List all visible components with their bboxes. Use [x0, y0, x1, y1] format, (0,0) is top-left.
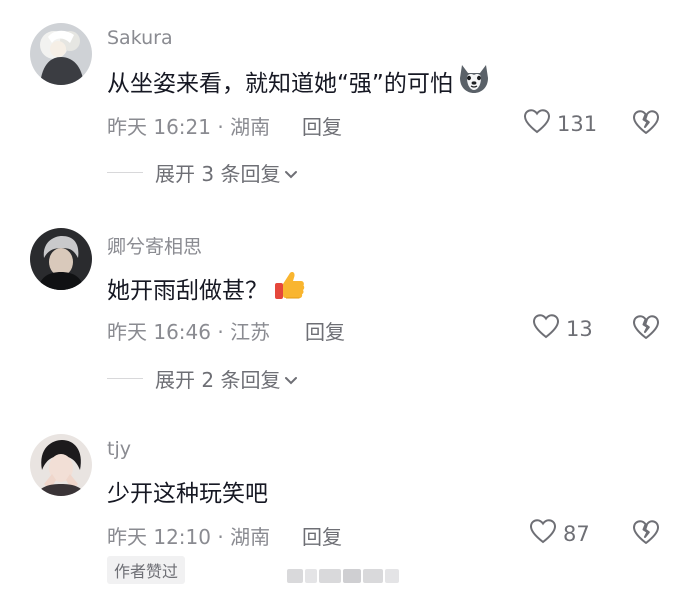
dislike-button[interactable] — [631, 518, 661, 546]
avatar[interactable] — [30, 23, 92, 85]
username[interactable]: 卿兮寄相思 — [107, 232, 202, 259]
comment-text: 从坐姿来看，就知道她“强”的可怕 — [107, 62, 491, 100]
like-button[interactable]: 87 — [529, 518, 590, 549]
avatar[interactable] — [30, 434, 92, 496]
heart-outline-icon — [532, 313, 560, 344]
expand-replies-label: 展开 3 条回复 — [155, 162, 281, 186]
broken-heart-icon — [631, 520, 661, 550]
chevron-down-icon — [284, 367, 298, 391]
divider-line — [107, 172, 143, 173]
comment-meta: 昨天 12:10 · 湖南 — [107, 521, 270, 550]
like-button[interactable]: 13 — [532, 313, 593, 344]
timestamp: 昨天 16:21 — [107, 115, 211, 139]
reply-button[interactable]: 回复 — [305, 316, 345, 345]
expand-replies-button[interactable]: 展开 3 条回复 — [107, 158, 298, 187]
meta-separator: · — [211, 525, 231, 549]
location: 湖南 — [230, 115, 271, 139]
timestamp: 昨天 12:10 — [107, 525, 211, 549]
avatar[interactable] — [30, 228, 92, 290]
broken-heart-icon — [631, 315, 661, 345]
dislike-button[interactable] — [631, 313, 661, 341]
heart-outline-icon — [529, 518, 557, 549]
author-liked-badge: 作者赞过 — [107, 556, 186, 584]
location: 江苏 — [230, 320, 271, 344]
thumbs-up-emoji — [272, 268, 306, 308]
husky-dog-emoji — [457, 62, 491, 100]
comment-text-body: 从坐姿来看，就知道她“强”的可怕 — [107, 71, 453, 97]
broken-heart-icon — [631, 110, 661, 140]
comment-text: 少开这种玩笑吧 — [107, 474, 268, 508]
username[interactable]: tjy — [107, 438, 131, 460]
meta-separator: · — [211, 320, 231, 344]
reply-button[interactable]: 回复 — [302, 521, 342, 550]
comment-meta: 昨天 16:46 · 江苏 — [107, 316, 270, 345]
comment-text-body: 少开这种玩笑吧 — [107, 481, 268, 507]
expand-replies-button[interactable]: 展开 2 条回复 — [107, 364, 298, 393]
dislike-button[interactable] — [631, 108, 661, 136]
reply-button[interactable]: 回复 — [302, 111, 342, 140]
like-count: 131 — [557, 111, 598, 136]
divider-line — [107, 378, 143, 379]
comment-text: 她开雨刮做甚？ — [107, 268, 306, 308]
location: 湖南 — [230, 525, 271, 549]
meta-separator: · — [211, 115, 231, 139]
like-count: 87 — [563, 521, 590, 546]
like-button[interactable]: 131 — [523, 108, 597, 139]
expand-replies-label: 展开 2 条回复 — [155, 368, 281, 392]
comment-meta: 昨天 16:21 · 湖南 — [107, 111, 270, 140]
username[interactable]: Sakura — [107, 27, 173, 49]
like-count: 13 — [566, 316, 593, 341]
chevron-down-icon — [284, 161, 298, 185]
heart-outline-icon — [523, 108, 551, 139]
timestamp: 昨天 16:46 — [107, 320, 211, 344]
comment-text-body: 她开雨刮做甚？ — [107, 278, 268, 304]
watermark — [287, 567, 405, 585]
